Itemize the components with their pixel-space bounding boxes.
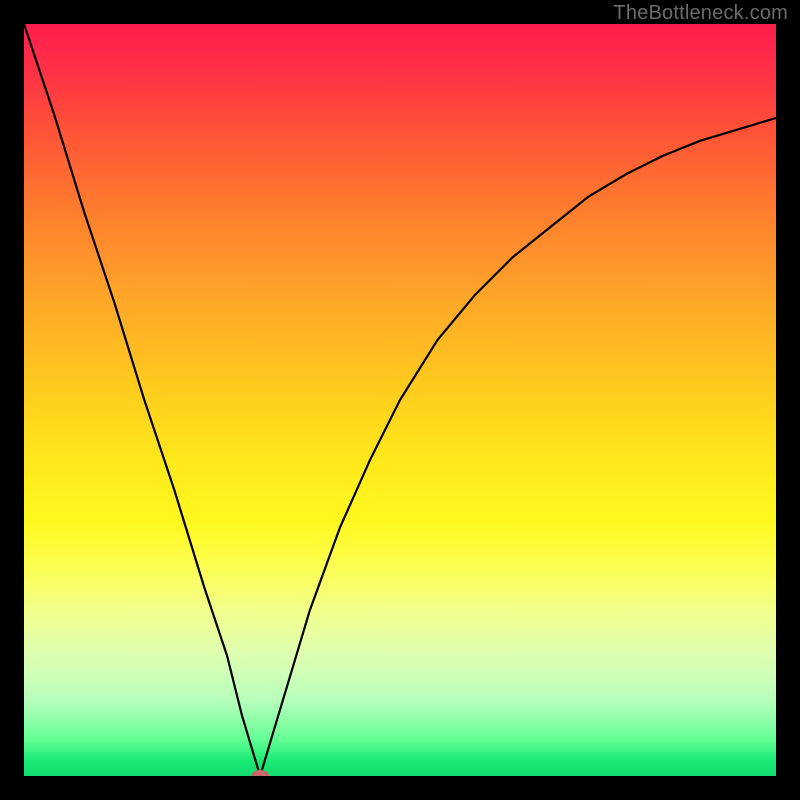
chart-svg (24, 24, 776, 776)
chart-frame: TheBottleneck.com (0, 0, 800, 800)
minimum-marker (251, 770, 269, 776)
plot-area (24, 24, 776, 776)
bottleneck-curve (24, 24, 776, 776)
attribution-text: TheBottleneck.com (613, 2, 788, 25)
